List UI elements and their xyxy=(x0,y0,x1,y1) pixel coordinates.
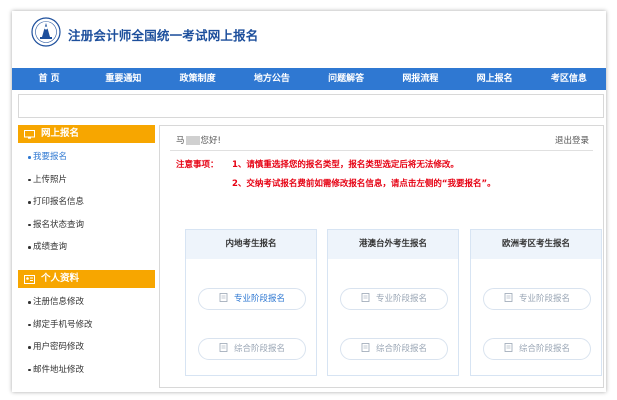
divider xyxy=(170,150,593,151)
card-title: 港澳台外考生报名 xyxy=(328,230,458,259)
welcome-text: 马 您好! xyxy=(176,134,221,146)
sidebar-item-register[interactable]: 我要报名 xyxy=(18,146,155,169)
comprehensive-stage-button[interactable]: 综合阶段报名 xyxy=(483,338,591,360)
sidebar-section-title: 网上报名 xyxy=(41,128,80,139)
professional-stage-button[interactable]: 专业阶段报名 xyxy=(340,288,448,310)
notice-label: 注意事项： xyxy=(176,160,219,170)
site-header: 注册会计师全国统一考试网上报名 xyxy=(12,11,606,67)
sidebar-item-score-query[interactable]: 成绩查询 xyxy=(18,236,155,259)
nav-item-local-announcements[interactable]: 地方公告 xyxy=(235,68,309,90)
button-label: 综合阶段报名 xyxy=(375,344,427,354)
sidebar-item-edit-password[interactable]: 用户密码修改 xyxy=(18,336,155,359)
cicpa-logo-icon xyxy=(31,17,61,47)
professional-stage-button[interactable]: 专业阶段报名 xyxy=(483,288,591,310)
notice-bar xyxy=(18,94,604,118)
button-label: 综合阶段报名 xyxy=(518,344,570,354)
logout-link[interactable]: 退出登录 xyxy=(555,134,589,146)
nav-item-faq[interactable]: 问题解答 xyxy=(309,68,383,90)
button-label: 专业阶段报名 xyxy=(518,294,570,304)
sidebar-item-edit-email[interactable]: 邮件地址修改 xyxy=(18,359,155,382)
sidebar-section-registration: 网上报名 xyxy=(18,125,155,143)
button-label: 专业阶段报名 xyxy=(233,294,285,304)
main-nav: 首 页 重要通知 政策制度 地方公告 问题解答 网报流程 网上报名 考区信息 xyxy=(12,68,606,90)
card-title: 欧洲考区考生报名 xyxy=(471,230,601,259)
card-title: 内地考生报名 xyxy=(186,230,316,259)
notice-line-1: 1、请慎重选择您的报名类型，报名类型选定后将无法修改。 xyxy=(232,160,459,170)
welcome-prefix: 马 xyxy=(176,136,185,146)
welcome-suffix: 您好! xyxy=(200,136,221,146)
nav-item-process[interactable]: 网报流程 xyxy=(383,68,457,90)
card-mainland: 内地考生报名 专业阶段报名 综合阶段报名 xyxy=(185,229,317,376)
button-label: 综合阶段报名 xyxy=(233,344,285,354)
document-icon xyxy=(361,343,370,352)
nav-item-online-registration[interactable]: 网上报名 xyxy=(458,68,532,90)
card-europe: 欧洲考区考生报名 专业阶段报名 综合阶段报名 xyxy=(470,229,602,376)
sidebar-section-profile: 个人资料 xyxy=(18,270,155,288)
document-icon xyxy=(361,293,370,302)
monitor-icon xyxy=(24,129,35,139)
user-card-icon xyxy=(24,274,35,284)
site-title: 注册会计师全国统一考试网上报名 xyxy=(68,28,259,43)
document-icon xyxy=(219,293,228,302)
sidebar-item-edit-registration[interactable]: 注册信息修改 xyxy=(18,291,155,314)
sidebar-item-status-query[interactable]: 报名状态查询 xyxy=(18,214,155,237)
main-panel: 马 您好! 退出登录 注意事项： 1、请慎重选择您的报名类型，报名类型选定后将无法… xyxy=(159,125,604,388)
comprehensive-stage-button[interactable]: 综合阶段报名 xyxy=(198,338,306,360)
nav-item-home[interactable]: 首 页 xyxy=(12,68,86,90)
button-label: 专业阶段报名 xyxy=(375,294,427,304)
sidebar-list-profile: 注册信息修改 绑定手机号修改 用户密码修改 邮件地址修改 xyxy=(18,288,155,387)
page-frame: 注册会计师全国统一考试网上报名 首 页 重要通知 政策制度 地方公告 问题解答 … xyxy=(12,11,606,392)
redacted-name xyxy=(185,136,200,145)
sidebar-item-upload-photo[interactable]: 上传照片 xyxy=(18,169,155,192)
sidebar-item-print-info[interactable]: 打印报名信息 xyxy=(18,191,155,214)
sidebar-list-registration: 我要报名 上传照片 打印报名信息 报名状态查询 成绩查询 xyxy=(18,143,155,264)
document-icon xyxy=(219,343,228,352)
document-icon xyxy=(504,343,513,352)
document-icon xyxy=(504,293,513,302)
sidebar-section-title: 个人资料 xyxy=(41,273,80,284)
nav-item-policies[interactable]: 政策制度 xyxy=(161,68,235,90)
professional-stage-button[interactable]: 专业阶段报名 xyxy=(198,288,306,310)
card-hk-macao-taiwan: 港澳台外考生报名 专业阶段报名 综合阶段报名 xyxy=(327,229,459,376)
sidebar: 网上报名 我要报名 上传照片 打印报名信息 报名状态查询 成绩查询 个人资料 注… xyxy=(18,125,155,387)
sidebar-item-edit-phone[interactable]: 绑定手机号修改 xyxy=(18,314,155,337)
nav-item-exam-areas[interactable]: 考区信息 xyxy=(532,68,606,90)
notice-line-2: 2、交纳考试报名费前如需修改报名信息，请点击左侧的“我要报名”。 xyxy=(232,179,496,189)
comprehensive-stage-button[interactable]: 综合阶段报名 xyxy=(340,338,448,360)
nav-item-notices[interactable]: 重要通知 xyxy=(86,68,160,90)
